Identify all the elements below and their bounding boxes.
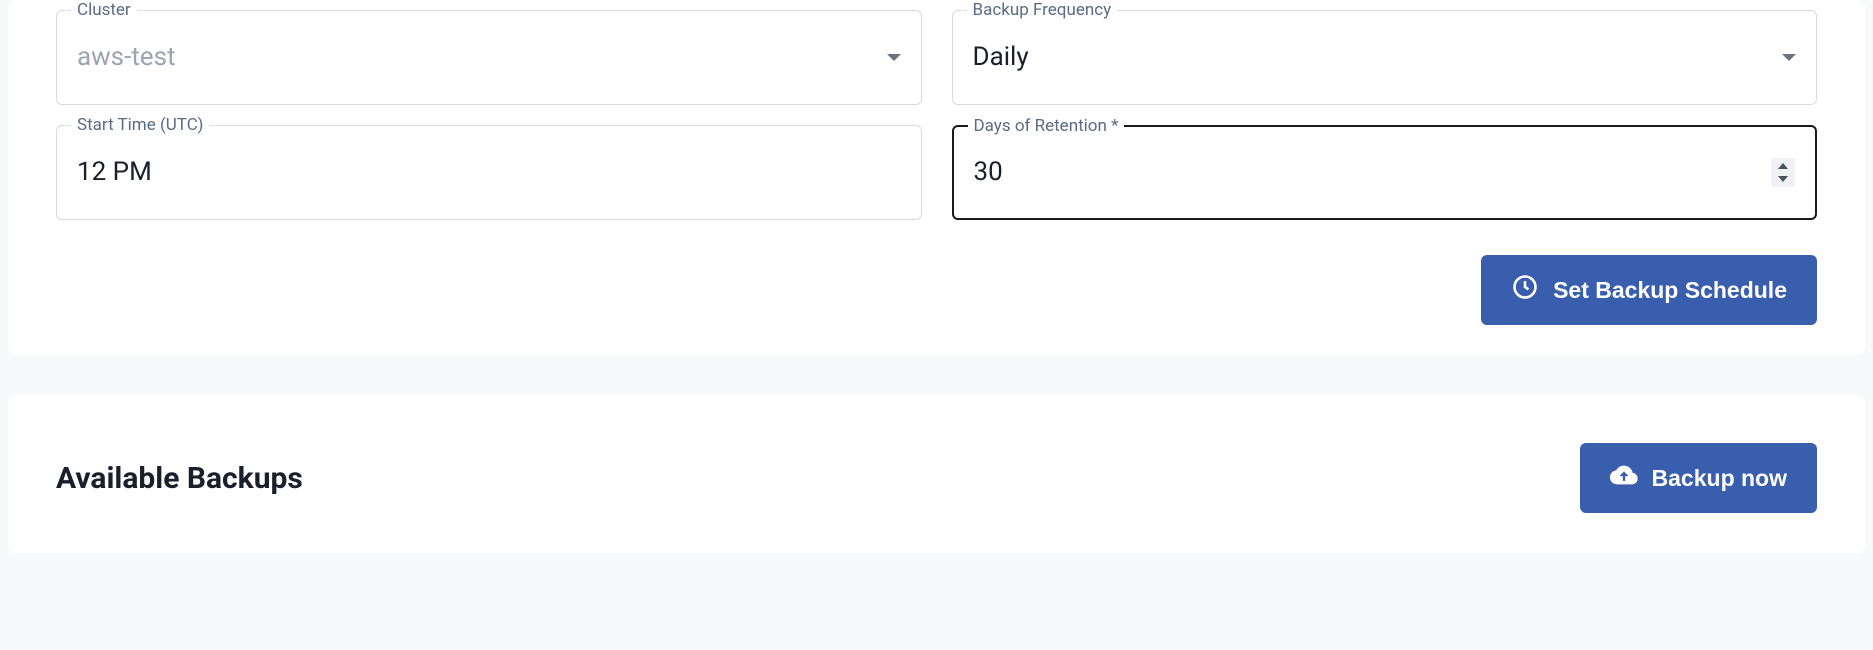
start-time-value: 12 PM [77, 157, 901, 188]
available-backups-header: Available Backups Backup now [56, 443, 1817, 513]
backup-now-label: Backup now [1652, 465, 1787, 492]
section-gap [0, 355, 1873, 395]
stepper-down-button[interactable] [1773, 173, 1793, 185]
triangle-up-icon [1778, 163, 1788, 169]
form-row-2: Start Time (UTC) 12 PM Days of Retention… [56, 125, 1817, 220]
days-retention-label: Days of Retention * [968, 116, 1125, 136]
set-backup-schedule-label: Set Backup Schedule [1553, 277, 1787, 304]
days-retention-field[interactable]: Days of Retention * 30 [952, 125, 1818, 220]
days-retention-stepper [1771, 158, 1795, 187]
backup-now-button[interactable]: Backup now [1580, 443, 1817, 513]
start-time-field[interactable]: Start Time (UTC) 12 PM [56, 125, 922, 220]
backup-frequency-field[interactable]: Backup Frequency Daily [952, 10, 1818, 105]
start-time-label: Start Time (UTC) [71, 115, 209, 135]
submit-row: Set Backup Schedule [56, 255, 1817, 325]
days-retention-value: 30 [974, 157, 1772, 188]
backup-schedule-card: Cluster aws-test Backup Frequency Daily … [8, 0, 1865, 355]
stepper-up-button[interactable] [1773, 160, 1793, 172]
clock-icon [1511, 273, 1539, 307]
set-backup-schedule-button[interactable]: Set Backup Schedule [1481, 255, 1817, 325]
form-row-1: Cluster aws-test Backup Frequency Daily [56, 10, 1817, 105]
available-backups-title: Available Backups [56, 461, 303, 496]
cluster-field[interactable]: Cluster aws-test [56, 10, 922, 105]
cloud-upload-icon [1610, 461, 1638, 495]
available-backups-card: Available Backups Backup now [8, 395, 1865, 553]
triangle-down-icon [1778, 176, 1788, 182]
